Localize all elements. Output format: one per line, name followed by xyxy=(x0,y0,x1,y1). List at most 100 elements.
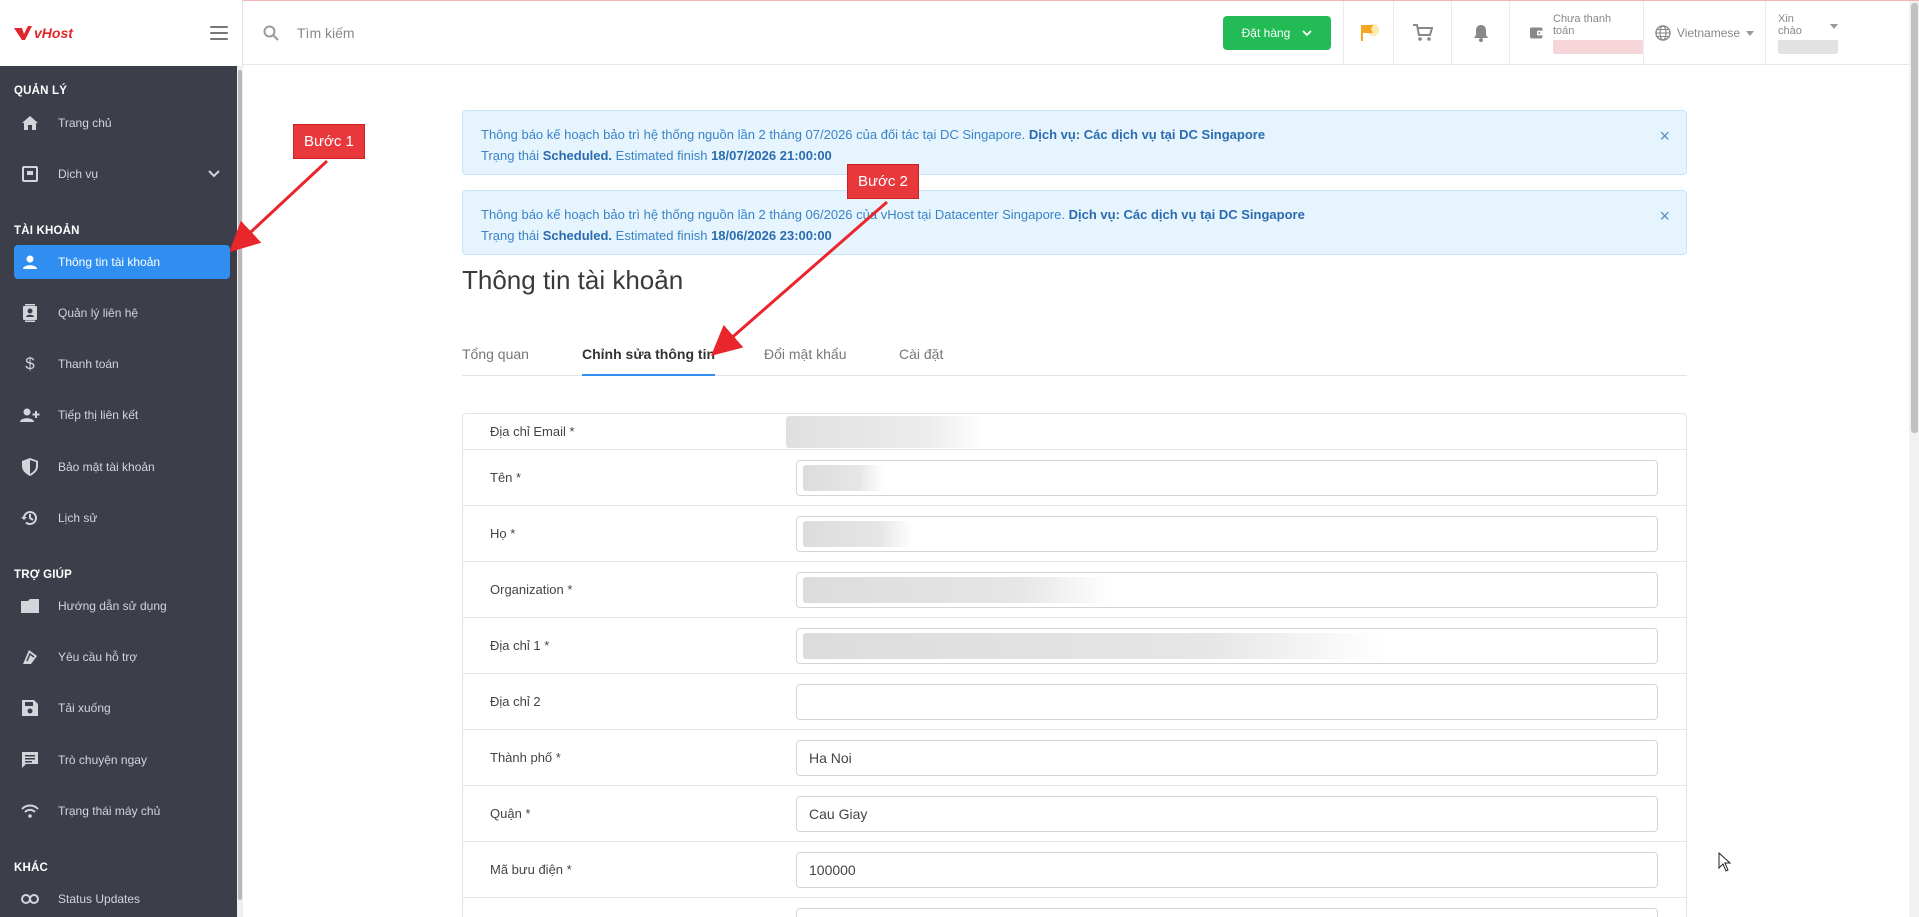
language-label: Vietnamese xyxy=(1676,26,1741,40)
form-row-first-name: Tên * xyxy=(463,450,1686,506)
tab-settings[interactable]: Cài đặt xyxy=(899,346,943,376)
dollar-icon: $ xyxy=(25,354,35,373)
close-icon[interactable]: × xyxy=(1659,206,1670,227)
search-input[interactable] xyxy=(297,24,597,41)
brand-logo-text: vHost xyxy=(34,25,73,41)
sidebar-item-home[interactable]: Trang chủ xyxy=(14,106,230,140)
sidebar: vHost QUẢN LÝ Trang chủ Dịch vụ TÀI KHOẢ… xyxy=(0,0,243,917)
menu-toggle-icon[interactable] xyxy=(210,26,228,40)
form-row-address1: Địa chỉ 1 * xyxy=(463,618,1686,674)
sidebar-item-label: Thanh toán xyxy=(58,357,119,371)
city-field[interactable] xyxy=(796,740,1658,776)
unpaid-label: Chưa thanh toán xyxy=(1553,12,1612,37)
next-field[interactable] xyxy=(796,908,1658,917)
page-title: Thông tin tài khoản xyxy=(462,265,684,295)
brand-mark-icon xyxy=(14,26,32,40)
chevron-down-icon xyxy=(1302,29,1312,36)
contacts-icon xyxy=(20,303,40,323)
alert-service: Dịch vụ: Các dịch vụ tại DC Singapore xyxy=(1028,127,1266,142)
sidebar-item-label: Quản lý liên hệ xyxy=(58,306,139,320)
chevron-down-icon[interactable] xyxy=(208,170,220,178)
user-menu[interactable]: Xin chào xyxy=(1765,1,1875,65)
address2-field[interactable] xyxy=(796,684,1658,720)
sidebar-item-label: Tải xuống xyxy=(58,701,111,715)
alert-status-label: Trạng thái xyxy=(481,148,540,163)
sidebar-item-contacts[interactable]: Quản lý liên hệ xyxy=(14,296,230,330)
step2-annotation: Bước 2 xyxy=(847,164,919,199)
postcode-field[interactable] xyxy=(796,852,1658,888)
district-label: Quận * xyxy=(490,806,531,821)
last-name-label: Họ * xyxy=(490,526,516,541)
organization-field[interactable] xyxy=(796,572,1658,608)
unpaid-amount-redacted xyxy=(1553,39,1643,54)
home-icon xyxy=(20,113,40,133)
caret-down-icon xyxy=(1746,30,1755,36)
step1-annotation: Bước 1 xyxy=(293,124,365,159)
cart-icon xyxy=(1412,24,1433,41)
page-scroll-thumb[interactable] xyxy=(1911,3,1918,433)
tab-edit-info[interactable]: Chỉnh sửa thông tin xyxy=(582,346,716,376)
sidebar-item-label: Trạng thái máy chủ xyxy=(58,804,161,818)
alert-status-value: Scheduled. xyxy=(542,148,613,163)
services-icon xyxy=(20,164,40,184)
guide-icon xyxy=(20,596,40,616)
sidebar-item-services[interactable]: Dịch vụ xyxy=(14,157,230,191)
tab-change-password[interactable]: Đổi mật khẩu xyxy=(764,346,846,376)
link-icon xyxy=(20,889,40,909)
page-scrollbar[interactable] xyxy=(1909,1,1919,917)
sidebar-item-chat[interactable]: Trò chuyện ngay xyxy=(14,743,230,777)
tab-overview[interactable]: Tổng quan xyxy=(462,346,529,376)
sidebar-item-history[interactable]: Lịch sử xyxy=(14,501,230,535)
wallet-icon xyxy=(1530,27,1544,39)
sidebar-section-help: TRỢ GIÚP xyxy=(14,569,73,581)
sidebar-item-security[interactable]: Bảo mật tài khoản xyxy=(14,450,230,484)
first-name-field[interactable] xyxy=(796,460,1658,496)
district-field[interactable] xyxy=(796,796,1658,832)
sidebar-scrollbar[interactable] xyxy=(237,66,243,917)
alert-status-value: Scheduled. xyxy=(542,228,613,243)
postcode-label: Mã bưu điện * xyxy=(490,862,572,877)
bell-cell[interactable] xyxy=(1451,1,1509,65)
alert-text: Thông báo kế hoạch bảo trì hệ thống nguồ… xyxy=(481,207,1065,222)
unpaid-cell[interactable]: Chưa thanh toán xyxy=(1509,1,1643,65)
email-label: Địa chỉ Email * xyxy=(490,424,575,439)
bell-icon xyxy=(1473,25,1488,42)
sidebar-item-payment[interactable]: $ Thanh toán xyxy=(14,347,230,381)
sidebar-item-label: Dịch vụ xyxy=(58,167,99,181)
shield-icon xyxy=(20,457,40,477)
form-row-city: Thành phố * xyxy=(463,730,1686,786)
alert-finish-label: Estimated finish xyxy=(615,148,708,163)
address1-label: Địa chỉ 1 * xyxy=(490,638,550,653)
greeting-label: Xin chào xyxy=(1778,12,1802,37)
top-header: Đặt hàng Chưa thanh toán Vietnamese Xin … xyxy=(243,1,1919,65)
sidebar-item-label: Status Updates xyxy=(58,892,141,906)
organization-label: Organization * xyxy=(490,582,573,597)
sidebar-section-account: TÀI KHOẢN xyxy=(14,225,80,237)
sidebar-scroll-thumb[interactable] xyxy=(238,70,242,900)
city-label: Thành phố * xyxy=(490,750,561,765)
sidebar-item-guide[interactable]: Hướng dẫn sử dụng xyxy=(14,589,230,623)
brand-logo[interactable]: vHost xyxy=(14,25,73,41)
close-icon[interactable]: × xyxy=(1659,126,1670,147)
last-name-field[interactable] xyxy=(796,516,1658,552)
sidebar-item-server-status[interactable]: Trạng thái máy chủ xyxy=(14,794,230,828)
form-row-address2: Địa chỉ 2 xyxy=(463,674,1686,730)
sidebar-item-label: Tiếp thị liên kết xyxy=(58,408,139,422)
address1-field[interactable] xyxy=(796,628,1658,664)
search-icon xyxy=(263,25,279,41)
sidebar-item-status-updates[interactable]: Status Updates xyxy=(14,882,230,916)
affiliate-icon xyxy=(20,405,40,425)
download-icon xyxy=(20,698,40,718)
form-row-postcode: Mã bưu điện * xyxy=(463,842,1686,898)
notification-flag-cell[interactable] xyxy=(1343,1,1393,65)
alert-finish-value: 18/07/2026 21:00:00 xyxy=(711,148,832,163)
sidebar-item-support[interactable]: Yêu cầu hỗ trợ xyxy=(14,640,230,674)
history-icon xyxy=(20,508,40,528)
sidebar-item-account-info[interactable]: Thông tin tài khoản xyxy=(14,245,230,279)
language-selector[interactable]: Vietnamese xyxy=(1643,1,1765,65)
sidebar-item-download[interactable]: Tải xuống xyxy=(14,691,230,725)
order-button[interactable]: Đặt hàng xyxy=(1223,16,1331,50)
sidebar-item-affiliate[interactable]: Tiếp thị liên kết xyxy=(14,398,230,432)
cart-cell[interactable] xyxy=(1393,1,1451,65)
search-bar xyxy=(243,24,1183,41)
